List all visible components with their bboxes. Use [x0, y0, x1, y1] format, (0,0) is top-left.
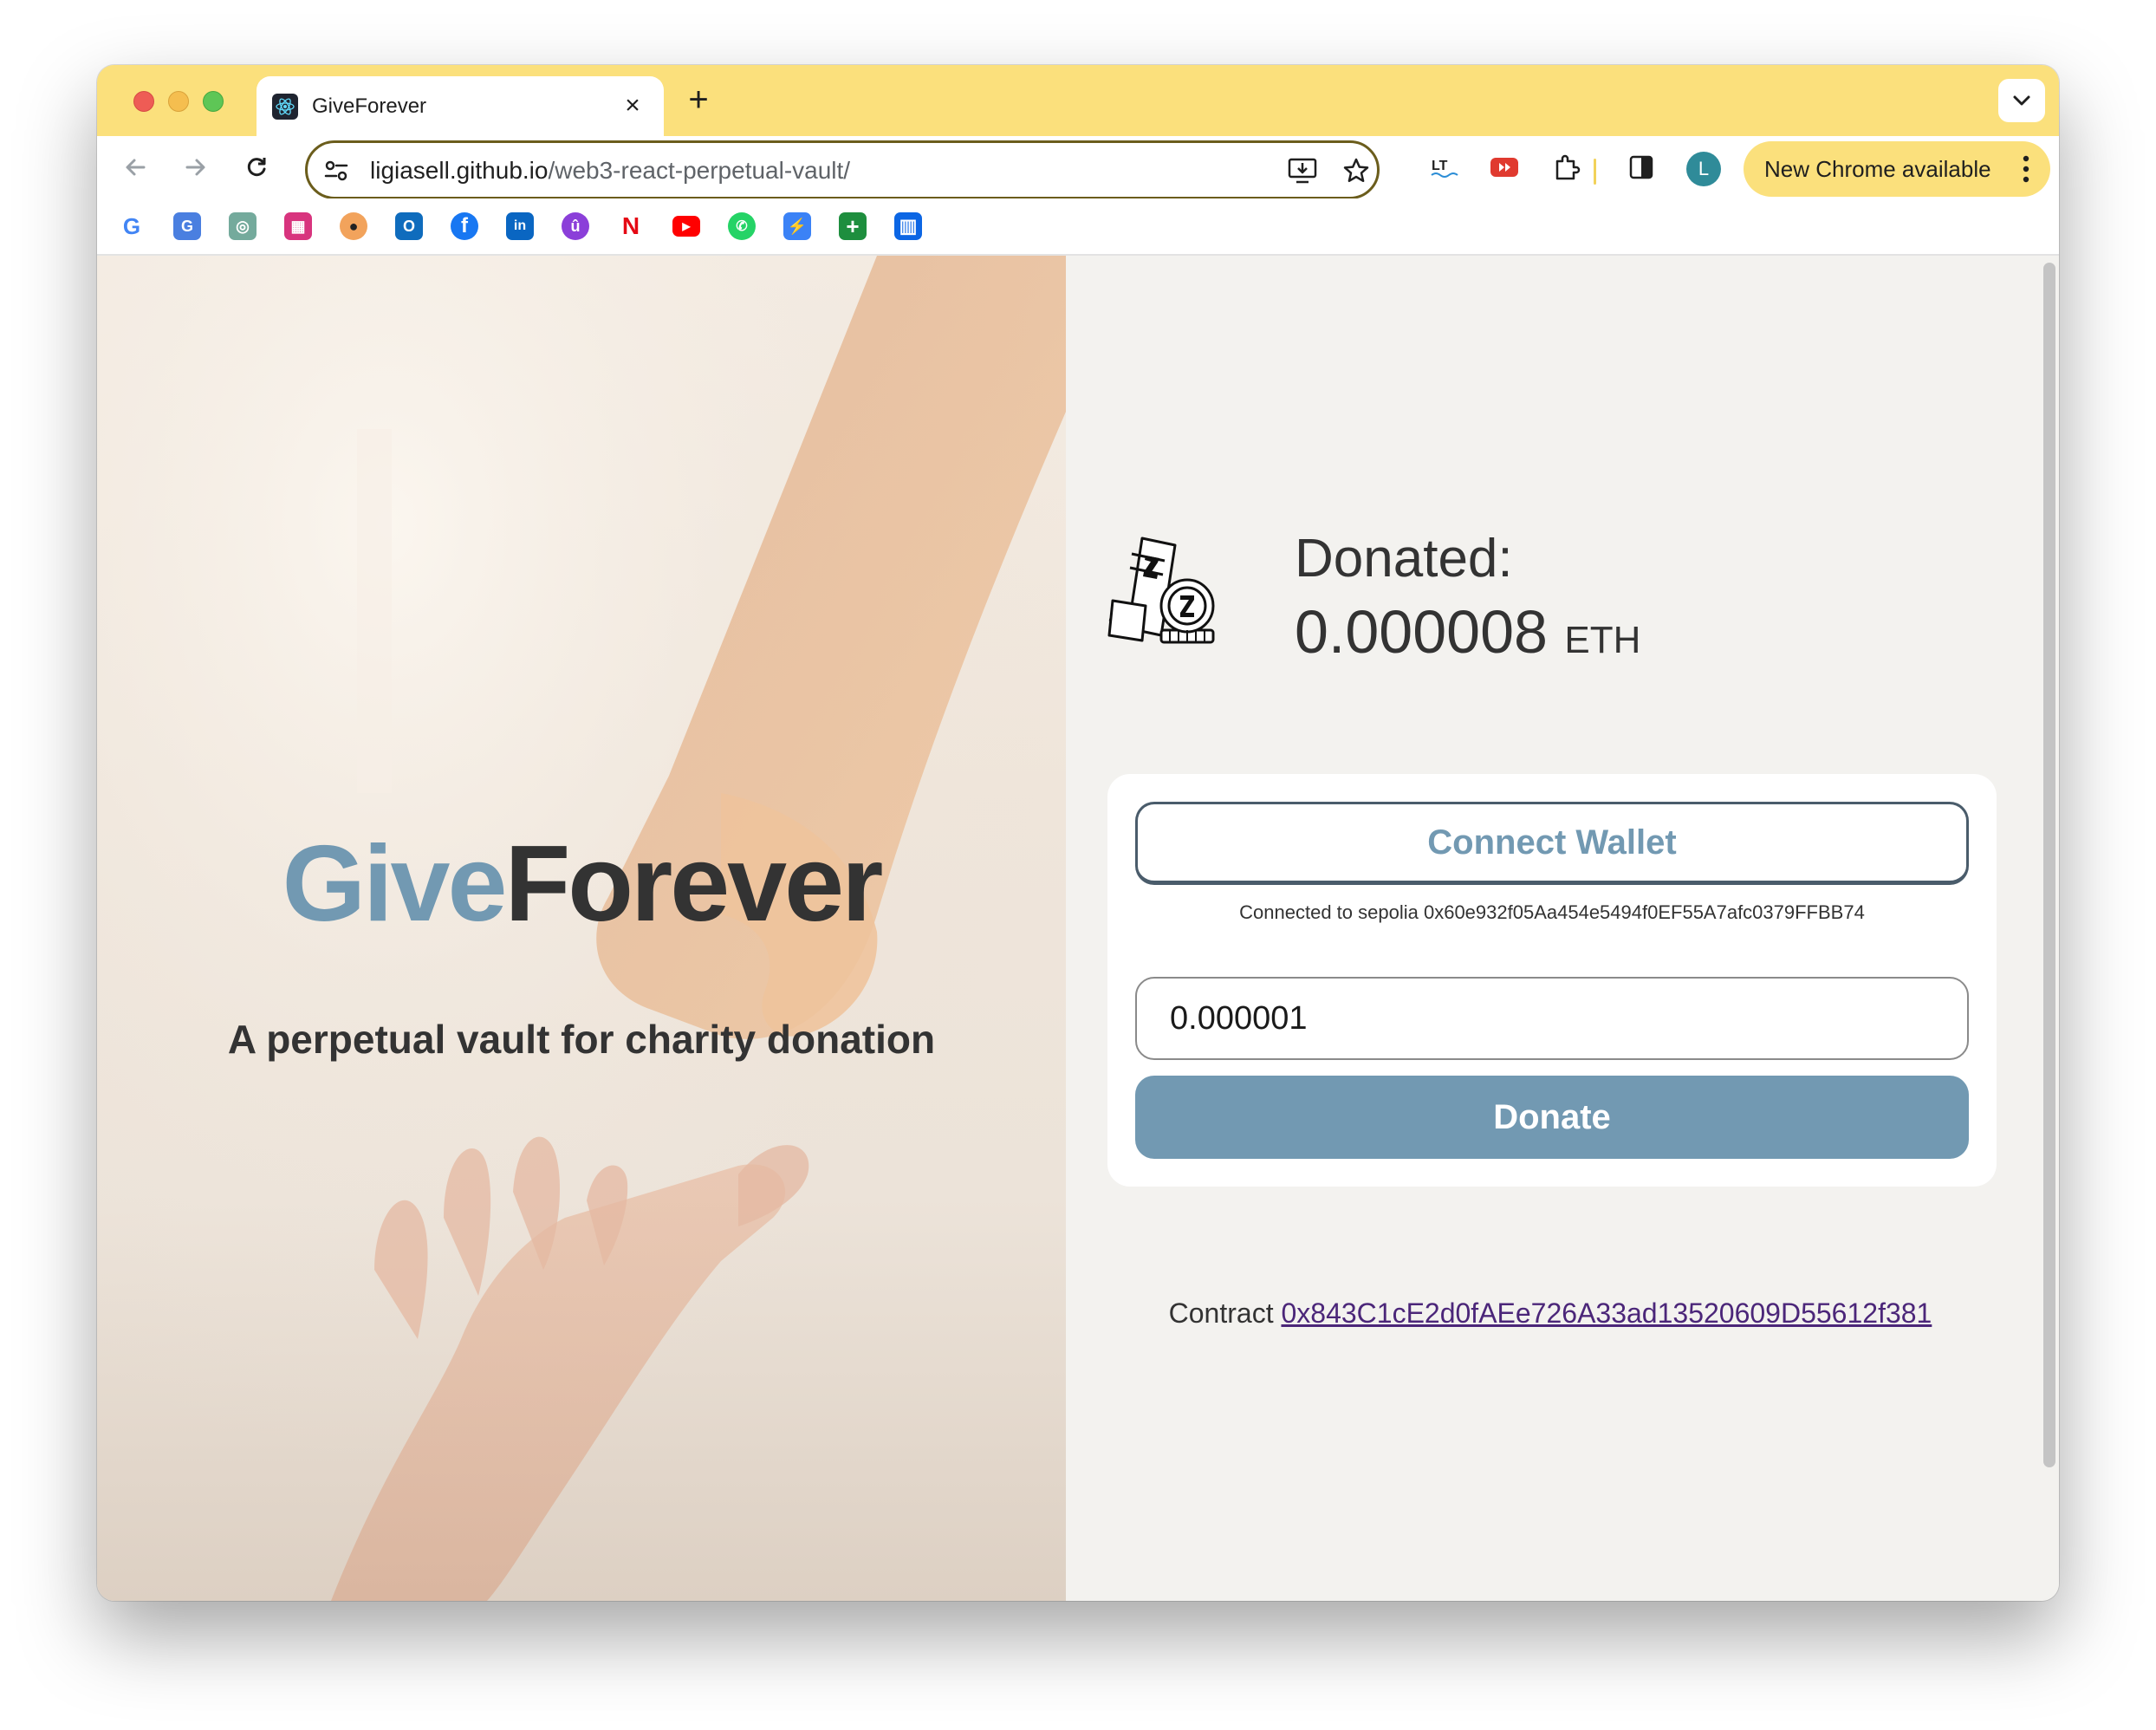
toolbar: ligiasell.github.io/web3-react-perpetual…: [97, 136, 2059, 199]
url-host: ligiasell.github.io: [370, 157, 549, 184]
new-tab-button[interactable]: +: [681, 82, 716, 117]
toolbar-separator: [1594, 159, 1596, 185]
update-label: New Chrome available: [1764, 156, 1991, 182]
svg-text:LT: LT: [1432, 159, 1448, 173]
app-subtitle: A perpetual vault for charity donation: [227, 1017, 936, 1062]
page-content: GiveForever A perpetual vault for charit…: [97, 256, 2059, 1601]
bookmark-figma-jam-icon[interactable]: ▦: [284, 212, 312, 240]
bookmark-udemy-icon[interactable]: û: [562, 212, 589, 240]
app-title: GiveForever: [97, 828, 1066, 940]
maximize-window-button[interactable]: [203, 91, 224, 112]
bookmarks-bar: G G ◎ ▦ ● O f in û N ▶ ✆ ⚡ + ▥: [97, 198, 2059, 256]
title-give: Give: [282, 824, 508, 944]
react-favicon-icon: [272, 94, 298, 120]
tab-search-button[interactable]: [1998, 79, 2045, 122]
new-chrome-available-button[interactable]: New Chrome available: [1744, 141, 2050, 197]
site-settings-icon[interactable]: [323, 158, 349, 184]
bookmark-google-icon[interactable]: G: [118, 212, 146, 240]
youtube-ext-icon[interactable]: [1487, 150, 1522, 185]
bookmark-youtube-icon[interactable]: ▶: [672, 216, 700, 237]
back-arrow-icon[interactable]: [116, 148, 154, 186]
url-path: /web3-react-perpetual-vault/: [548, 157, 851, 184]
bookmark-chatgpt-icon[interactable]: ◎: [229, 212, 257, 240]
bookmark-bolt-icon[interactable]: ⚡: [783, 212, 811, 240]
forward-arrow-icon[interactable]: [177, 148, 215, 186]
tab-strip: GiveForever × +: [97, 65, 2059, 136]
bookmark-google-translate-icon[interactable]: G: [173, 212, 201, 240]
tab-giveforever[interactable]: GiveForever ×: [257, 76, 664, 136]
minimize-window-button[interactable]: [168, 91, 189, 112]
browser-window: GiveForever × + ligiasell.github.io/web3…: [97, 65, 2059, 1601]
hero-section: GiveForever A perpetual vault for charit…: [97, 256, 1066, 1601]
languagetool-icon[interactable]: LT: [1426, 150, 1461, 185]
bookmark-app-circles-icon[interactable]: ●: [340, 212, 367, 240]
profile-avatar[interactable]: L: [1686, 152, 1721, 186]
tab-close-icon[interactable]: ×: [617, 90, 648, 121]
bookmark-trello-icon[interactable]: ▥: [894, 212, 922, 240]
url-text[interactable]: ligiasell.github.io/web3-react-perpetual…: [370, 158, 850, 184]
close-window-button[interactable]: [133, 91, 154, 112]
address-bar[interactable]: ligiasell.github.io/web3-react-perpetual…: [305, 140, 1380, 199]
title-forever: Forever: [504, 824, 883, 944]
extensions-puzzle-icon[interactable]: [1549, 150, 1584, 185]
bookmark-netflix-icon[interactable]: N: [617, 212, 645, 240]
bookmark-linkedin-icon[interactable]: in: [506, 212, 534, 240]
bookmark-google-sheets-icon[interactable]: +: [839, 212, 867, 240]
bookmark-whatsapp-icon[interactable]: ✆: [728, 212, 756, 240]
bookmark-facebook-icon[interactable]: f: [451, 212, 478, 240]
reload-icon[interactable]: [237, 148, 276, 186]
tab-title: GiveForever: [312, 94, 427, 118]
bookmark-star-icon[interactable]: [1341, 155, 1372, 186]
page-scrollbar: [1066, 256, 2059, 1601]
install-app-icon[interactable]: [1287, 155, 1318, 186]
menu-dots-icon: [2023, 155, 2029, 183]
side-panel-icon[interactable]: [1624, 150, 1659, 185]
bookmark-outlook-icon[interactable]: O: [395, 212, 423, 240]
chevron-down-icon: [2013, 95, 2030, 106]
scrollbar-thumb[interactable]: [2043, 263, 2055, 1467]
